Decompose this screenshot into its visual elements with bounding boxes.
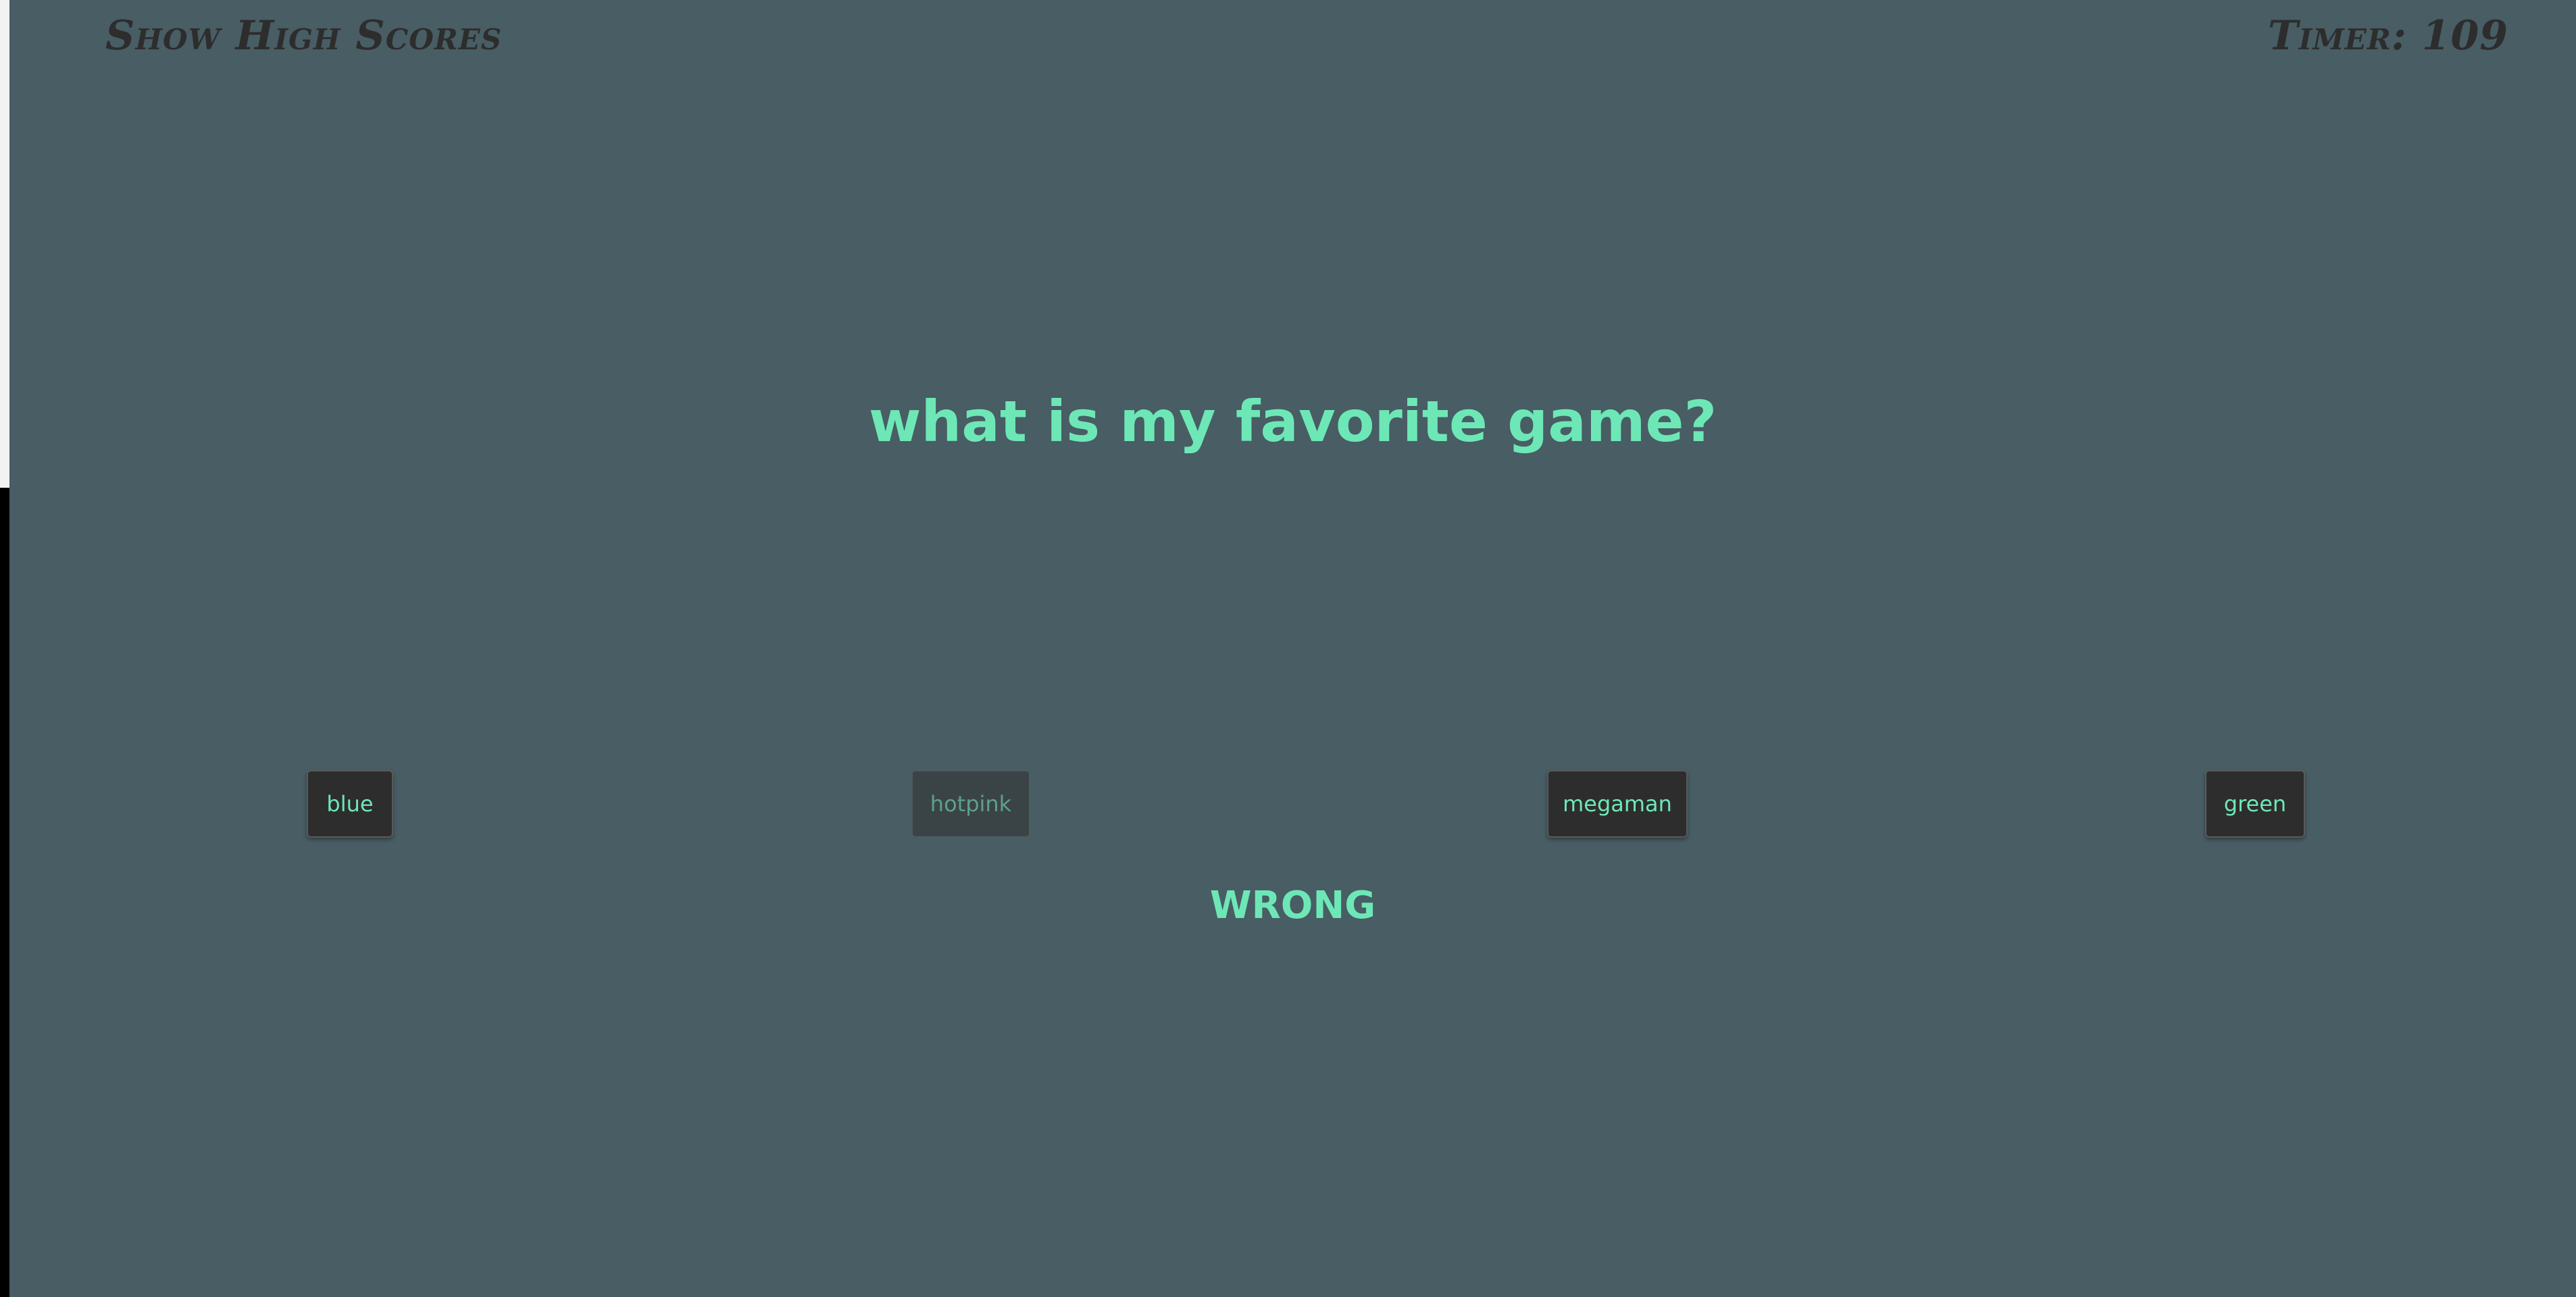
question-text: what is my favorite game? xyxy=(868,388,1717,455)
choice-button-blue[interactable]: blue xyxy=(307,770,393,838)
choice-button-green[interactable]: green xyxy=(2205,770,2305,838)
show-high-scores-link[interactable]: Show High Scores xyxy=(105,12,502,59)
quiz-app: Show High Scores Timer: 109 what is my f… xyxy=(9,0,2576,1297)
choice-button-megaman[interactable]: megaman xyxy=(1547,770,1688,838)
choice-button-hotpink[interactable]: hotpink xyxy=(911,770,1030,838)
window-edge xyxy=(0,0,9,488)
timer-display: Timer: 109 xyxy=(2268,12,2508,59)
answer-result-text: WRONG xyxy=(1209,884,1376,927)
